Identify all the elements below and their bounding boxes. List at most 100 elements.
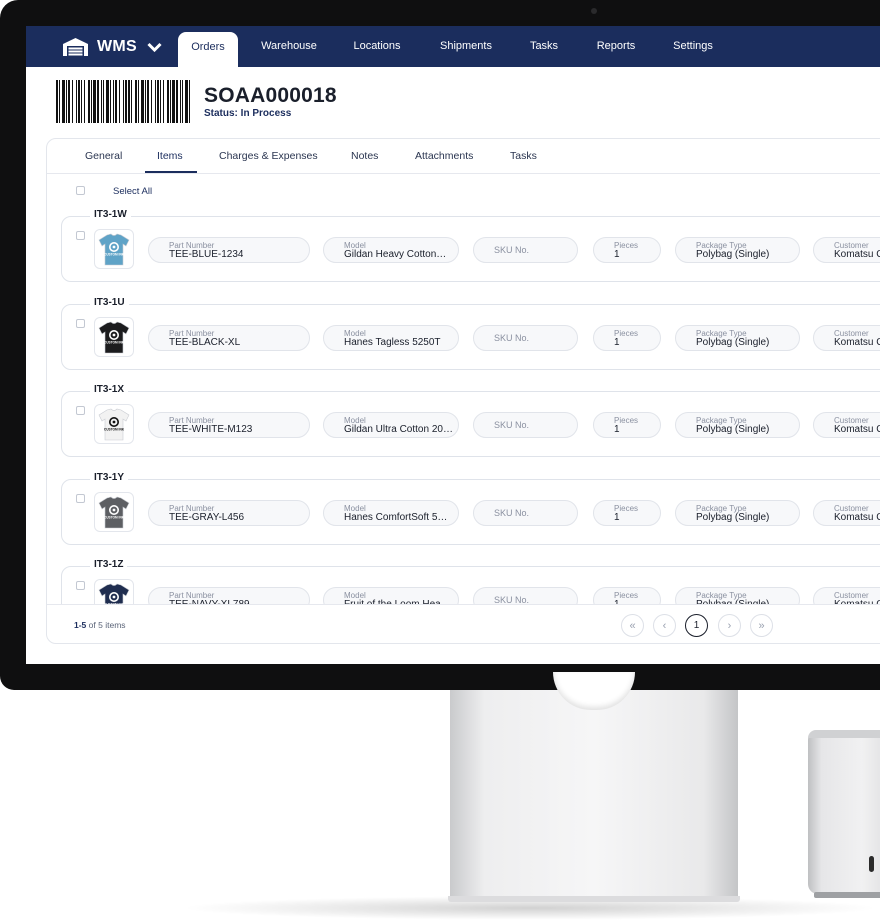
item-card[interactable]: CUSTOM INK Part Number TEE-BLACK-XL Model Ha… bbox=[61, 303, 880, 370]
customer-field[interactable]: CustomerKomatsu C bbox=[813, 237, 880, 263]
pieces-field[interactable]: Pieces1 bbox=[593, 237, 661, 263]
barcode-bar bbox=[147, 80, 149, 123]
barcode-bar bbox=[160, 80, 161, 123]
field-value: Hanes Tagless 5250T bbox=[344, 336, 441, 348]
nav-settings[interactable]: Settings bbox=[664, 26, 722, 67]
barcode-bar bbox=[123, 80, 124, 123]
barcode-bar bbox=[125, 80, 127, 123]
barcode-bar bbox=[138, 80, 139, 123]
barcode-bar bbox=[59, 80, 60, 123]
tab-tasks[interactable]: Tasks bbox=[510, 150, 537, 162]
customer-field[interactable]: CustomerKomatsu C bbox=[813, 412, 880, 438]
pieces-field[interactable]: Pieces1 bbox=[593, 324, 661, 351]
select-all-checkbox[interactable] bbox=[76, 186, 85, 195]
model-field[interactable]: Model Gildan Ultra Cotton 20… bbox=[323, 412, 459, 438]
model-field[interactable]: Model Gildan Heavy Cotton… bbox=[323, 237, 459, 263]
customer-field[interactable]: CustomerKomatsu C bbox=[813, 587, 880, 604]
pieces-field[interactable]: Pieces1 bbox=[593, 412, 661, 438]
package-type-field[interactable]: Package TypePolybag (Single) bbox=[675, 499, 800, 526]
field-value: Komatsu C bbox=[834, 424, 880, 435]
sku-field[interactable]: SKU No. bbox=[473, 412, 578, 438]
barcode-bar bbox=[185, 80, 188, 123]
barcode-bar bbox=[106, 80, 109, 123]
barcode-bar bbox=[66, 80, 67, 123]
tab-notes[interactable]: Notes bbox=[351, 150, 378, 162]
nav-shipments[interactable]: Shipments bbox=[430, 26, 502, 67]
barcode-bar bbox=[62, 80, 65, 123]
select-all-label[interactable]: Select All bbox=[113, 186, 152, 197]
sku-field[interactable]: SKU No. bbox=[473, 587, 578, 604]
nav-warehouse[interactable]: Warehouse bbox=[254, 26, 324, 67]
chevron-down-icon bbox=[147, 42, 162, 53]
model-field[interactable]: ModelFruit of the Loom Hea… bbox=[323, 587, 459, 604]
desktop-computer-top bbox=[808, 730, 880, 738]
barcode-bar bbox=[167, 80, 169, 123]
item-checkbox[interactable] bbox=[76, 406, 85, 415]
part-number-field[interactable]: Part Number TEE-GRAY-L456 bbox=[148, 499, 310, 526]
footer-divider bbox=[47, 604, 880, 605]
part-number-field[interactable]: Part Number TEE-BLACK-XL bbox=[148, 324, 310, 351]
barcode-bar bbox=[182, 80, 183, 123]
tab-attachments[interactable]: Attachments bbox=[415, 150, 473, 162]
package-type-field[interactable]: Package TypePolybag (Single) bbox=[675, 587, 800, 604]
pieces-field[interactable]: Pieces1 bbox=[593, 587, 661, 604]
package-type-field[interactable]: Package TypePolybag (Single) bbox=[675, 237, 800, 263]
item-code: IT3-1X bbox=[90, 384, 129, 395]
order-id: SOAA000018 bbox=[204, 84, 337, 107]
pieces-field[interactable]: Pieces1 bbox=[593, 499, 661, 526]
barcode-bar bbox=[170, 80, 171, 123]
tshirt-icon: CUSTOM INK bbox=[98, 496, 130, 528]
sku-field[interactable]: SKU No. bbox=[473, 237, 578, 263]
package-type-field[interactable]: Package TypePolybag (Single) bbox=[675, 412, 800, 438]
top-nav: WMS Orders Warehouse Locations Shipments… bbox=[26, 26, 880, 67]
field-value: Komatsu C bbox=[834, 511, 880, 523]
barcode-bar bbox=[56, 80, 58, 123]
nav-locations[interactable]: Locations bbox=[344, 26, 410, 67]
tab-general[interactable]: General bbox=[85, 150, 122, 162]
barcode-bar bbox=[131, 80, 132, 123]
item-thumbnail: CUSTOM INK bbox=[94, 491, 134, 532]
tab-divider bbox=[47, 173, 880, 174]
barcode-bar bbox=[155, 80, 156, 123]
item-card[interactable]: CUSTOM INK Part NumberTEE-NAVY-XL789 Model… bbox=[61, 566, 880, 604]
prev-page-button[interactable]: ‹ bbox=[653, 614, 676, 637]
customer-field[interactable]: CustomerKomatsu C bbox=[813, 499, 880, 526]
model-field[interactable]: Model Hanes Tagless 5250T bbox=[323, 324, 459, 351]
item-checkbox[interactable] bbox=[76, 318, 85, 328]
page-1-button[interactable]: 1 bbox=[685, 614, 708, 637]
camera-icon bbox=[591, 8, 597, 14]
item-card[interactable]: CUSTOM INK Part Number TEE-GRAY-L456 Model H… bbox=[61, 478, 880, 545]
barcode-bar bbox=[141, 80, 144, 123]
sku-field[interactable]: SKU No. bbox=[473, 499, 578, 526]
brand-menu[interactable]: WMS bbox=[62, 36, 168, 58]
barcode-bar bbox=[84, 80, 85, 123]
barcode-bar bbox=[128, 80, 130, 123]
part-number-field[interactable]: Part Number TEE-BLUE-1234 bbox=[148, 237, 310, 263]
warehouse-icon bbox=[63, 38, 88, 56]
package-type-field[interactable]: Package TypePolybag (Single) bbox=[675, 324, 800, 351]
part-number-field[interactable]: Part Number TEE-WHITE-M123 bbox=[148, 412, 310, 438]
last-page-button[interactable]: » bbox=[750, 614, 773, 637]
nav-orders[interactable]: Orders bbox=[178, 32, 238, 67]
tab-items[interactable]: Items bbox=[157, 150, 183, 162]
barcode-bar bbox=[88, 80, 90, 123]
field-value: 1 bbox=[614, 336, 620, 348]
item-checkbox[interactable] bbox=[76, 581, 85, 590]
first-page-button[interactable]: « bbox=[621, 614, 644, 637]
nav-reports[interactable]: Reports bbox=[588, 26, 644, 67]
field-placeholder: SKU No. bbox=[494, 420, 530, 430]
customer-field[interactable]: CustomerKomatsu C bbox=[813, 324, 880, 351]
next-page-button[interactable]: › bbox=[718, 614, 741, 637]
model-field[interactable]: Model Hanes ComfortSoft 5… bbox=[323, 499, 459, 526]
part-number-field[interactable]: Part NumberTEE-NAVY-XL789 bbox=[148, 587, 310, 604]
item-card[interactable]: CUSTOM INK Part Number TEE-WHITE-M123 Model… bbox=[61, 391, 880, 457]
field-value: TEE-BLUE-1234 bbox=[169, 249, 244, 260]
tab-charges-expenses[interactable]: Charges & Expenses bbox=[219, 150, 318, 162]
item-checkbox[interactable] bbox=[76, 231, 85, 240]
item-card[interactable]: CUSTOM INK Part Number TEE-BLUE-1234 Model G… bbox=[61, 216, 880, 282]
item-checkbox[interactable] bbox=[76, 493, 85, 503]
nav-tasks[interactable]: Tasks bbox=[520, 26, 568, 67]
barcode-bar bbox=[78, 80, 80, 123]
scene: WMS Orders Warehouse Locations Shipments… bbox=[0, 0, 880, 920]
sku-field[interactable]: SKU No. bbox=[473, 324, 578, 351]
